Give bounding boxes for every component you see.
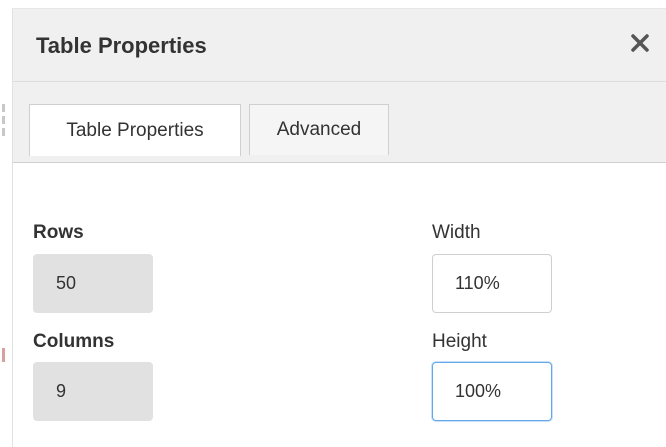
tab-label: Table Properties [66, 119, 204, 141]
tab-advanced[interactable]: Advanced [249, 104, 389, 155]
rows-label: Rows [33, 222, 84, 243]
edge-mark [2, 104, 5, 112]
close-button[interactable] [625, 25, 655, 61]
page: Table Properties Table Properties Advanc… [0, 0, 666, 447]
edge-mark [2, 348, 5, 362]
edge-mark [2, 128, 5, 136]
dialog-title: Table Properties [36, 33, 207, 58]
rows-field: 50 [33, 254, 153, 313]
background-editor-edge [0, 0, 12, 447]
height-input[interactable]: 100% [432, 362, 552, 421]
rows-value: 50 [56, 273, 77, 293]
close-icon [631, 34, 649, 52]
columns-value: 9 [56, 381, 67, 401]
width-label: Width [432, 222, 481, 243]
dialog-titlebar: Table Properties [13, 9, 666, 82]
height-label: Height [432, 331, 487, 352]
height-value: 100% [455, 381, 502, 401]
columns-field: 9 [33, 362, 153, 421]
tab-table-properties[interactable]: Table Properties [29, 104, 241, 156]
width-input[interactable]: 110% [432, 254, 552, 313]
table-properties-dialog: Table Properties Table Properties Advanc… [12, 8, 666, 447]
width-value: 110% [455, 273, 500, 293]
tab-label: Advanced [276, 119, 362, 140]
dialog-tabbar: Table Properties Advanced [13, 82, 666, 163]
columns-label: Columns [33, 331, 115, 352]
edge-mark [2, 116, 5, 124]
